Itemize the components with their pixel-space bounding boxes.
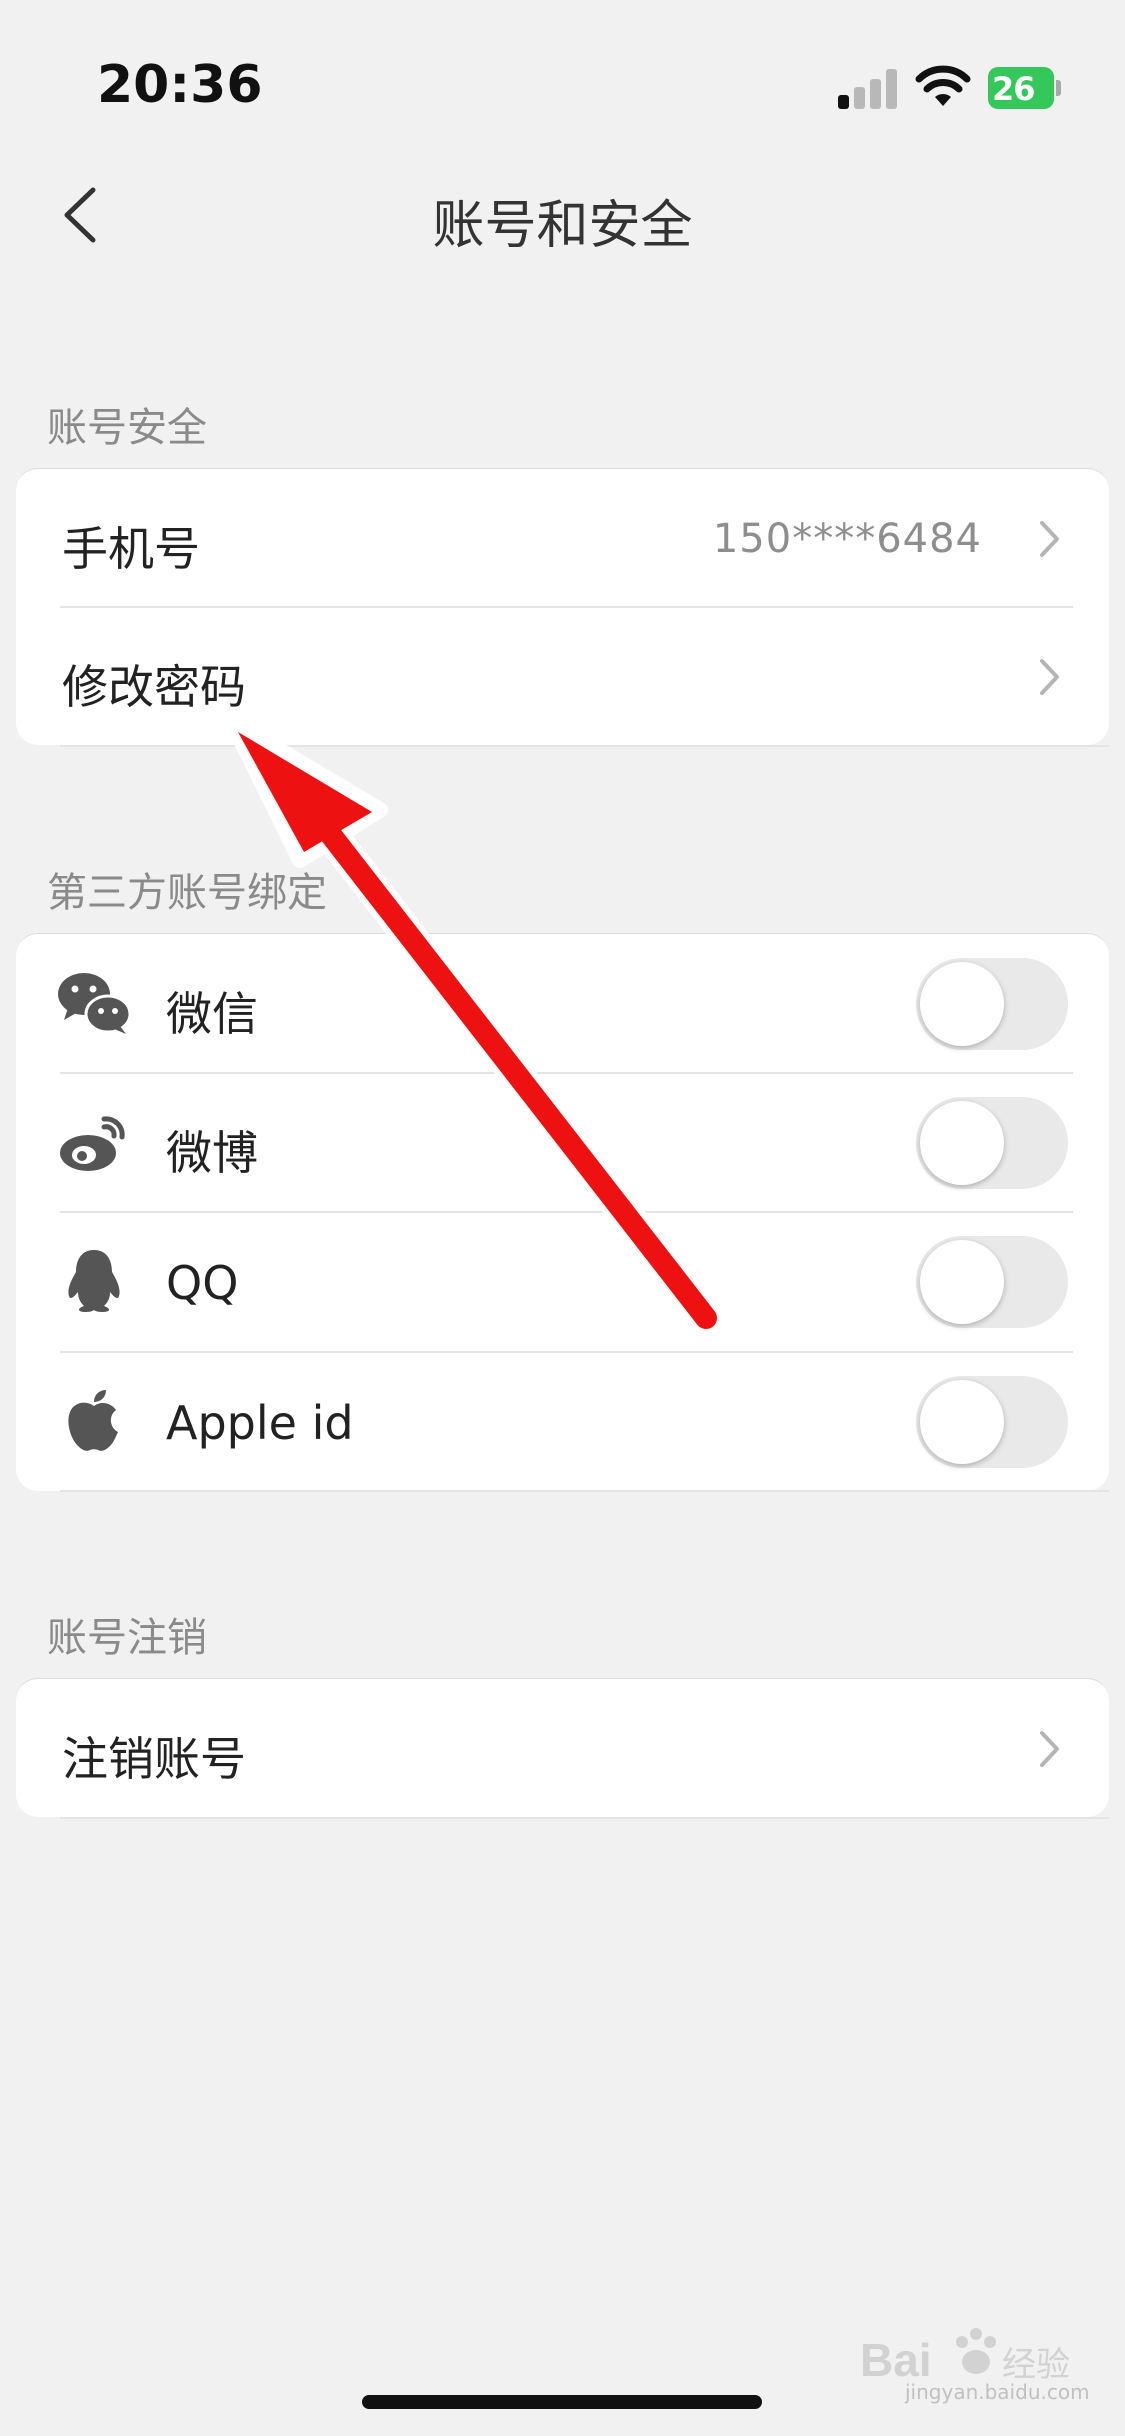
change-password-label: 修改密码 [62,660,246,714]
section-label-deregistration: 账号注销 [47,1615,207,1661]
chevron-right-icon [1040,521,1059,557]
phone-row[interactable]: 手机号 150****6484 [16,469,1109,607]
weibo-label: 微博 [166,1126,258,1180]
divider [60,745,1109,747]
wifi-icon [915,65,971,106]
qq-toggle[interactable] [916,1236,1068,1328]
divider [60,1817,1109,1819]
change-password-row[interactable]: 修改密码 [16,607,1109,745]
cancel-account-row[interactable]: 注销账号 [16,1679,1109,1817]
cellular-signal-icon [838,67,898,109]
cancel-account-label: 注销账号 [62,1732,246,1786]
wechat-label: 微信 [166,987,258,1041]
apple-id-label: Apple id [166,1396,354,1450]
third-party-card: 微信 微博 QQ Apple id [16,933,1109,1492]
section-label-account-security: 账号安全 [47,405,207,451]
wechat-icon [58,973,132,1034]
chevron-right-icon [1040,1731,1059,1767]
battery-icon: 26 [988,67,1063,109]
weibo-toggle[interactable] [916,1097,1068,1189]
phone-label: 手机号 [62,522,200,576]
apple-id-toggle[interactable] [916,1376,1068,1468]
qq-row: QQ [16,1212,1109,1350]
svg-text:Bai: Bai [860,2334,932,2386]
deregistration-card: 注销账号 [16,1678,1109,1819]
svg-text:经验: 经验 [1002,2345,1070,2385]
battery-level: 26 [992,70,1036,108]
wechat-row: 微信 [16,934,1109,1072]
weibo-icon [60,1116,125,1171]
section-label-third-party: 第三方账号绑定 [47,870,327,916]
home-indicator[interactable] [362,2395,762,2409]
phone-value: 150****6484 [712,516,982,562]
watermark-url: jingyan.baidu.com [905,2380,1090,2404]
account-security-card: 手机号 150****6484 修改密码 [16,468,1109,747]
qq-label: QQ [166,1256,239,1310]
weibo-row: 微博 [16,1073,1109,1211]
divider [60,1490,1109,1492]
wechat-toggle[interactable] [916,958,1068,1050]
apple-id-row: Apple id [16,1352,1109,1490]
page-title: 账号和安全 [432,196,693,256]
status-time: 20:36 [97,55,263,115]
chevron-right-icon [1040,659,1059,695]
qq-icon [68,1250,120,1312]
apple-icon [68,1390,118,1451]
